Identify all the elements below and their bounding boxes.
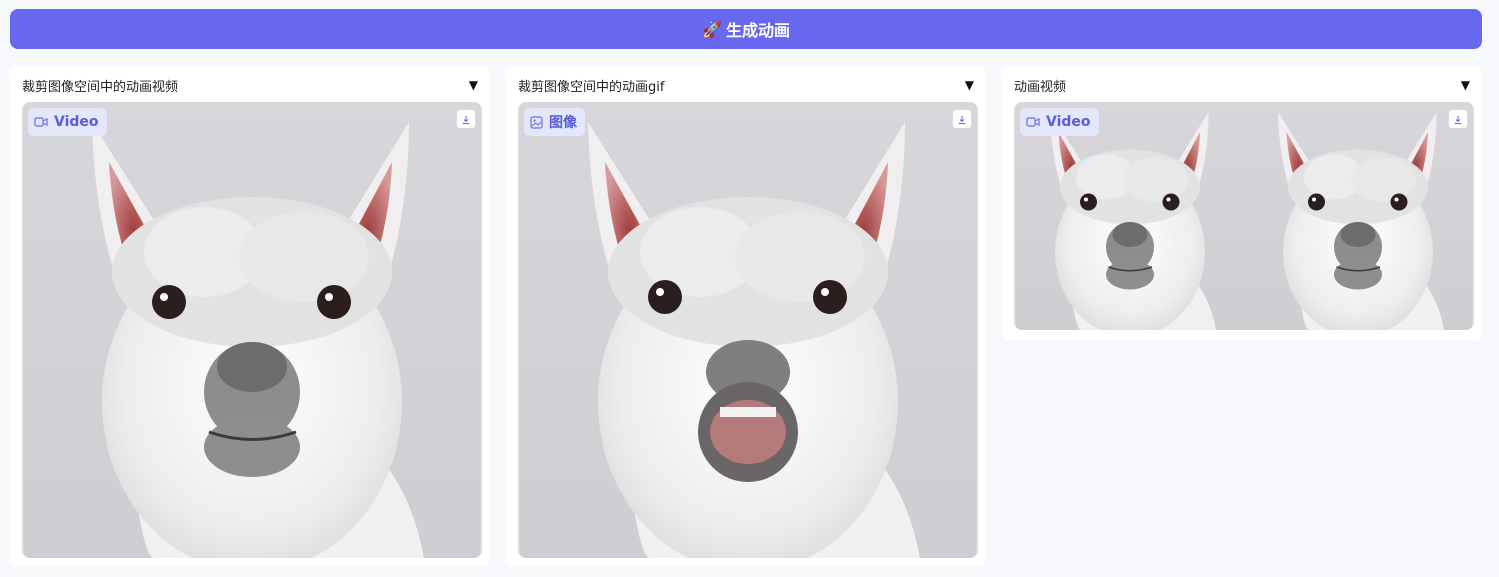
gif-image[interactable]: 图像	[518, 102, 978, 558]
collapse-triangle-icon[interactable]: ▼	[469, 78, 478, 92]
generate-animation-button[interactable]: 🚀 生成动画	[10, 9, 1482, 49]
video-player[interactable]: Video	[22, 102, 482, 558]
rocket-icon: 🚀	[702, 19, 722, 39]
panel-title: 裁剪图像空间中的动画视频	[22, 79, 179, 95]
video-camera-icon	[1026, 116, 1040, 128]
generate-button-label: 生成动画	[725, 21, 790, 40]
media-type-badge: 图像	[524, 108, 585, 136]
output-panel-video-cropped: 裁剪图像空间中的动画视频 ▼ Video	[10, 65, 490, 567]
output-panel-gif-cropped: 裁剪图像空间中的动画gif ▼ 图像	[506, 65, 986, 567]
badge-label: 图像	[549, 115, 577, 131]
download-icon	[461, 110, 471, 129]
llama-video-frame	[22, 102, 482, 558]
media-type-badge: Video	[1020, 108, 1099, 136]
image-icon	[530, 115, 543, 129]
collapse-triangle-icon[interactable]: ▼	[1461, 78, 1470, 92]
panel-title: 裁剪图像空间中的动画gif	[518, 79, 665, 95]
video-camera-icon	[34, 116, 48, 128]
download-icon	[1453, 110, 1463, 129]
llama-gif-frame	[518, 102, 978, 558]
badge-label: Video	[54, 114, 99, 130]
download-button[interactable]	[1448, 109, 1468, 129]
download-button[interactable]	[952, 109, 972, 129]
output-panel-video-full: 动画视频 ▼ Video	[1002, 65, 1482, 340]
collapse-triangle-icon[interactable]: ▼	[965, 78, 974, 92]
llama-side-by-side-frame	[1014, 102, 1474, 330]
video-player[interactable]: Video	[1014, 102, 1474, 330]
badge-label: Video	[1046, 114, 1091, 130]
download-icon	[957, 110, 967, 129]
panel-title: 动画视频	[1014, 79, 1067, 95]
download-button[interactable]	[456, 109, 476, 129]
media-type-badge: Video	[28, 108, 107, 136]
